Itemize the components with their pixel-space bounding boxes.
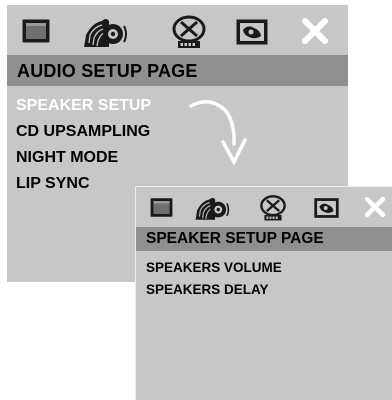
setup-icon-bar [136,187,392,227]
general-setup-icon[interactable] [149,197,174,218]
speaker-setup-menu: SPEAKERS VOLUME SPEAKERS DELAY [146,257,282,301]
preference-setup-icon[interactable] [235,18,269,46]
exit-icon[interactable] [365,197,385,217]
menu-item-speakers-volume[interactable]: SPEAKERS VOLUME [146,257,282,279]
speaker-setup-panel: SPEAKER SETUP PAGE SPEAKERS VOLUME SPEAK… [135,186,392,400]
audio-setup-icon[interactable] [82,13,128,51]
general-setup-icon[interactable] [21,18,51,44]
audio-setup-menu: SPEAKER SETUP CD UPSAMPLING NIGHT MODE L… [16,93,151,197]
title-bar: AUDIO SETUP PAGE [7,55,348,86]
menu-item-cd-upsampling[interactable]: CD UPSAMPLING [16,119,151,145]
menu-item-lip-sync[interactable]: LIP SYNC [16,171,151,197]
menu-item-speakers-delay[interactable]: SPEAKERS DELAY [146,279,282,301]
menu-item-night-mode[interactable]: NIGHT MODE [16,145,151,171]
audio-setup-icon[interactable] [194,193,230,223]
video-setup-icon[interactable] [258,194,288,222]
preference-setup-icon[interactable] [313,197,340,219]
setup-icon-bar [7,5,348,55]
page-title: AUDIO SETUP PAGE [17,61,198,81]
navigation-arrow-icon [189,100,247,166]
page-title: SPEAKER SETUP PAGE [146,230,324,247]
title-bar: SPEAKER SETUP PAGE [136,227,392,251]
menu-item-speaker-setup[interactable]: SPEAKER SETUP [16,93,151,119]
exit-icon[interactable] [302,18,328,44]
video-setup-icon[interactable] [170,14,208,50]
